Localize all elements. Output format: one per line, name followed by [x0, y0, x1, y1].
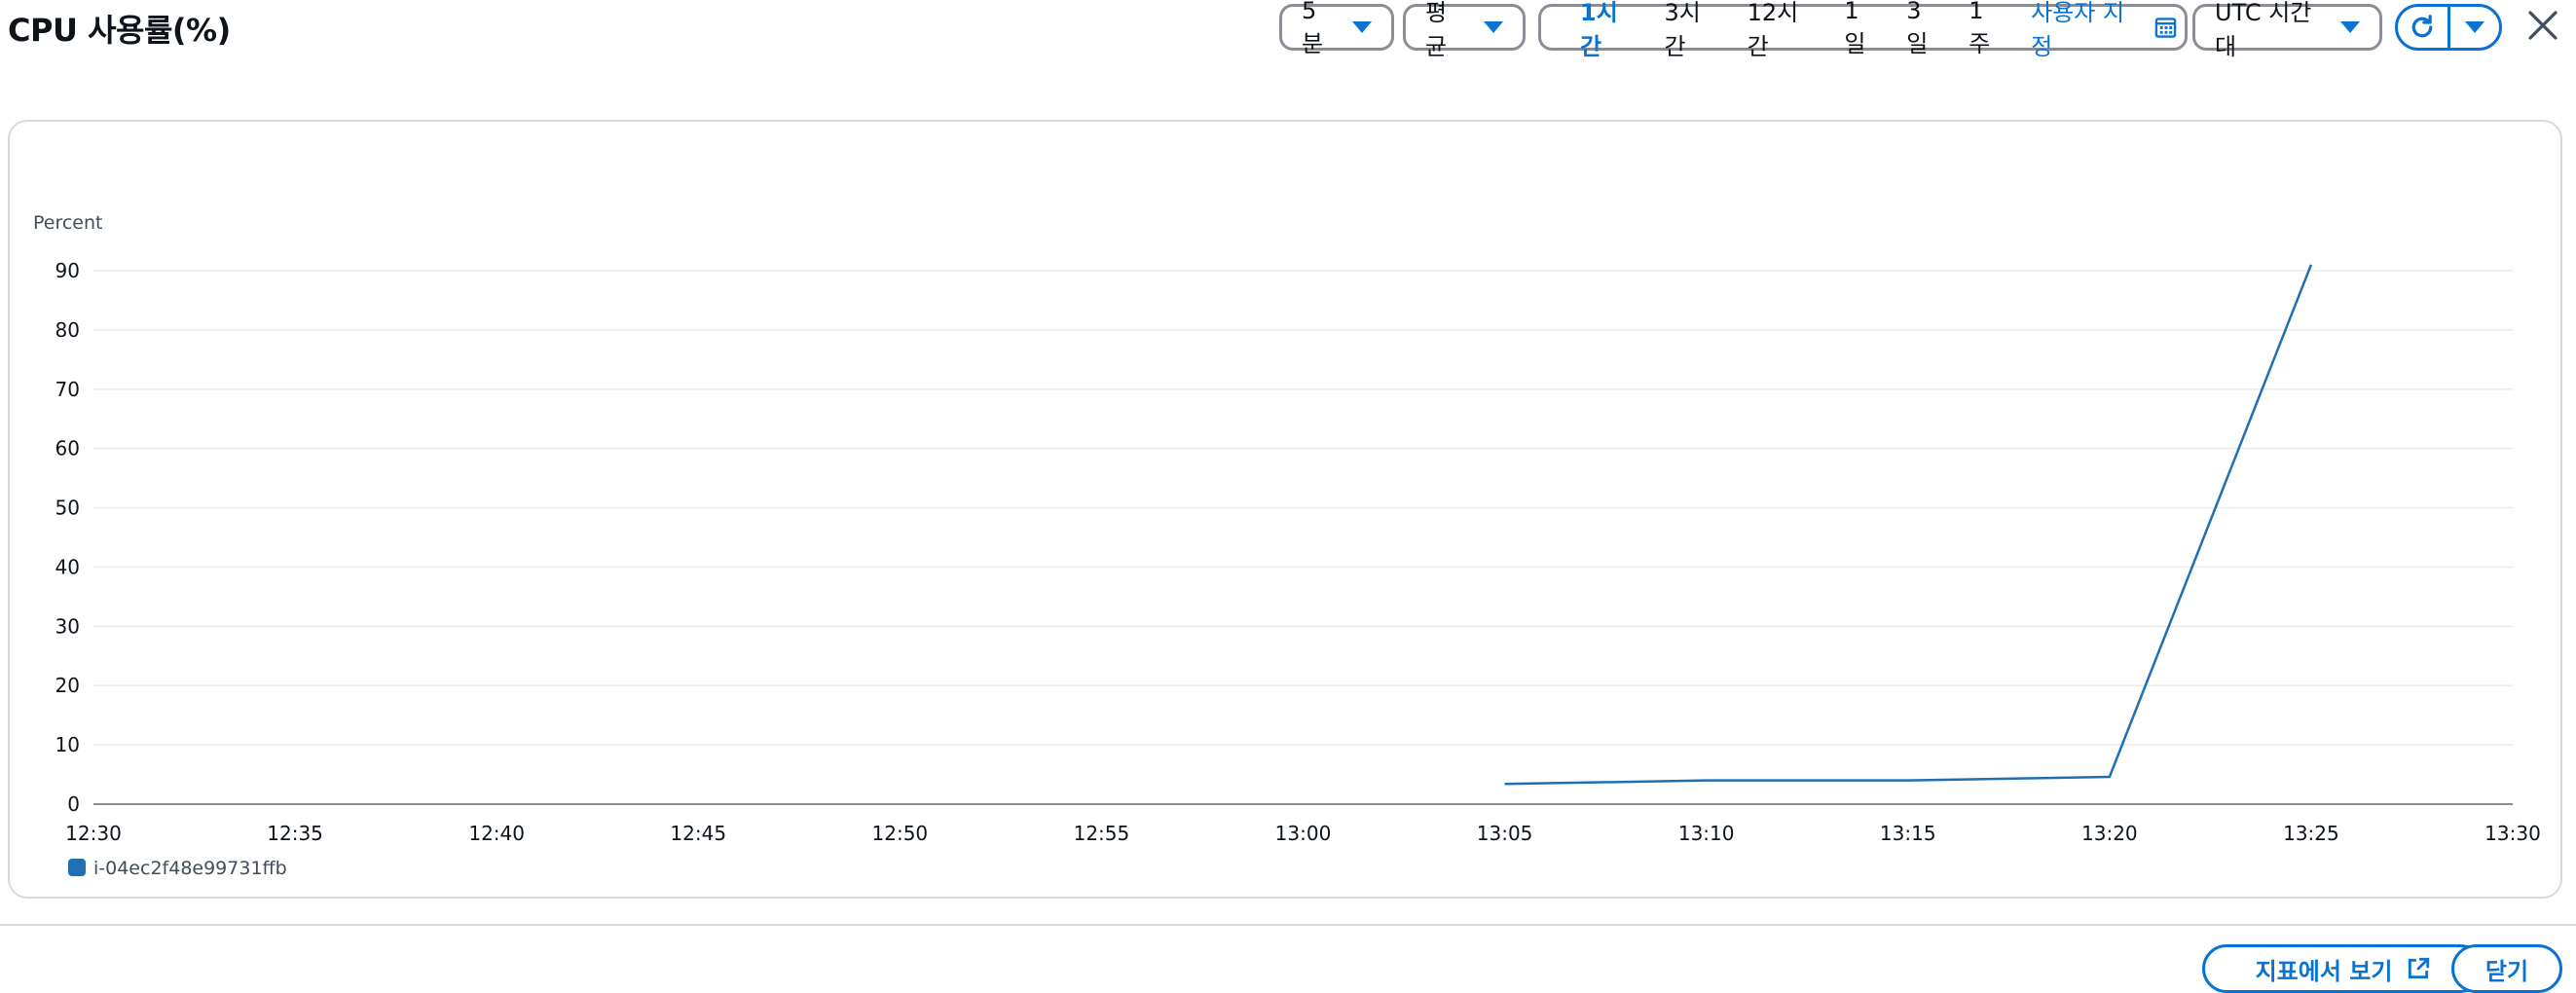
refresh-options-button[interactable] — [2447, 7, 2500, 48]
refresh-button-group — [2395, 4, 2502, 51]
view-in-metrics-label: 지표에서 보기 — [2255, 957, 2393, 985]
x-tick-label: 13:20 — [2081, 822, 2138, 845]
custom-range-label: 사용자 지정 — [2031, 0, 2125, 60]
custom-range-button[interactable]: 사용자 지정 — [2031, 0, 2177, 61]
x-tick-label: 12:30 — [65, 822, 122, 845]
x-tick-label: 12:40 — [468, 822, 525, 845]
x-tick-label: 12:35 — [267, 822, 323, 845]
refresh-button[interactable] — [2398, 7, 2447, 48]
x-tick-label: 12:50 — [872, 822, 929, 845]
y-tick-label: 40 — [55, 555, 80, 578]
chevron-down-icon — [1352, 21, 1372, 33]
external-link-icon — [2409, 957, 2430, 979]
time-range-selector: 1시간 3시간 12시간 1일 3일 1주 사용자 지정 — [1538, 0, 2188, 60]
x-tick-label: 12:55 — [1074, 822, 1130, 845]
widget-title: CPU 사용률(%) — [8, 12, 231, 49]
x-tick-label: 13:10 — [1678, 822, 1735, 845]
time-range-3d[interactable]: 3일 — [1906, 0, 1941, 58]
view-in-metrics-button[interactable]: 지표에서 보기 — [2202, 944, 2484, 993]
y-tick-label: 0 — [67, 792, 80, 816]
y-tick-label: 60 — [55, 437, 80, 460]
timezone-select-value: UTC 시간대 — [2215, 0, 2312, 60]
period-select-value: 5분 — [1302, 0, 1324, 57]
x-tick-label: 13:25 — [2283, 822, 2339, 845]
time-range-12h[interactable]: 12시간 — [1748, 0, 1818, 61]
x-tick-label: 13:00 — [1275, 822, 1332, 845]
y-axis-label: Percent — [33, 212, 103, 234]
chart-panel: 0 10 20 30 40 50 60 70 80 90 12:30 12:35 12:40 12:45… — [8, 120, 2562, 899]
y-tick-label: 30 — [55, 614, 80, 638]
close-icon[interactable] — [2525, 8, 2560, 43]
y-tick-label: 50 — [55, 496, 80, 520]
x-tick-label: 13:05 — [1477, 822, 1533, 845]
statistic-select[interactable]: 평균 — [1403, 0, 1526, 60]
y-tick-label: 80 — [55, 318, 80, 342]
statistic-select-value: 평균 — [1425, 0, 1448, 60]
cpu-utilization-chart: 0 10 20 30 40 50 60 70 80 90 12:30 12:35 12:40 12:45… — [33, 212, 2541, 879]
chevron-down-icon — [2464, 21, 2484, 33]
period-select[interactable]: 5분 — [1279, 0, 1394, 57]
series-line — [1504, 264, 2313, 786]
x-tick-label: 12:45 — [670, 822, 726, 845]
x-tick-label: 13:15 — [1880, 822, 1936, 845]
legend-swatch — [68, 859, 86, 876]
y-tick-label: 90 — [55, 259, 80, 282]
time-range-1h[interactable]: 1시간 — [1580, 0, 1637, 61]
time-range-1w[interactable]: 1주 — [1969, 0, 2004, 58]
close-button-label: 닫기 — [2484, 957, 2529, 985]
time-range-1d[interactable]: 1일 — [1844, 0, 1879, 58]
chevron-down-icon — [2340, 21, 2360, 33]
legend-label: i-04ec2f48e99731ffb — [93, 858, 287, 879]
chevron-down-icon — [1484, 21, 1503, 33]
x-tick-label: 13:30 — [2484, 822, 2541, 845]
y-tick-label: 70 — [55, 378, 80, 401]
timezone-select[interactable]: UTC 시간대 — [2192, 0, 2382, 60]
calendar-icon — [2154, 18, 2177, 38]
chart-legend: i-04ec2f48e99731ffb — [68, 858, 287, 879]
y-tick-label: 20 — [55, 674, 80, 697]
time-range-3h[interactable]: 3시간 — [1664, 0, 1719, 61]
footer-divider — [0, 924, 2576, 926]
y-tick-label: 10 — [55, 733, 80, 756]
refresh-icon — [2411, 15, 2433, 38]
close-button[interactable]: 닫기 — [2451, 944, 2562, 993]
